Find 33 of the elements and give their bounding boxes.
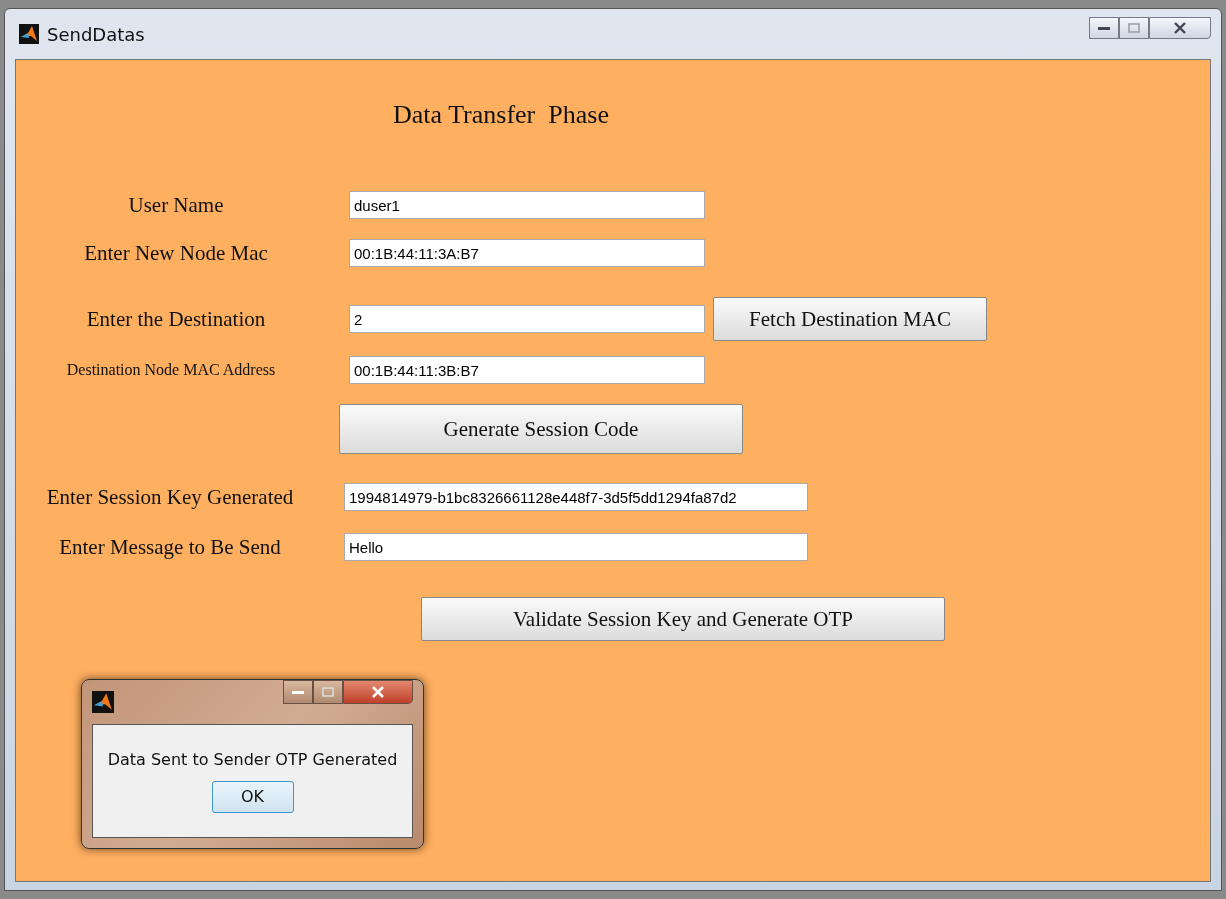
window-title: SendDatas — [47, 23, 145, 45]
input-field[interactable]: 00:1B:44:11:3A:B7 — [349, 239, 705, 267]
field-label: Enter Session Key Generated — [45, 484, 295, 510]
ok-button[interactable]: OK — [211, 780, 294, 813]
field-label: Enter the Destination — [85, 306, 267, 332]
minimize-button[interactable] — [1089, 17, 1119, 39]
minimize-button[interactable] — [283, 680, 313, 704]
minimize-icon — [1098, 25, 1110, 31]
maximize-button[interactable] — [1119, 17, 1149, 39]
peak-icon — [92, 691, 114, 713]
input-field[interactable]: duser1 — [349, 191, 705, 219]
close-icon — [371, 686, 385, 698]
maximize-icon — [322, 687, 334, 697]
close-button[interactable] — [1149, 17, 1211, 39]
minimize-icon — [292, 689, 304, 695]
action-button[interactable]: Validate Session Key and Generate OTP — [421, 597, 945, 641]
maximize-button[interactable] — [313, 680, 343, 704]
field-label: Destination Node MAC Address — [65, 361, 277, 379]
close-icon — [1173, 22, 1187, 34]
heading: Data Transfer Phase — [392, 99, 610, 131]
fetch-button[interactable]: Fetch Destination MAC — [713, 297, 987, 341]
action-button[interactable]: Generate Session Code — [339, 404, 743, 454]
input-field[interactable]: 1994814979-b1bc8326661128e448f7-3d5f5dd1294fa87d2 — [344, 483, 808, 511]
field-label: User Name — [127, 192, 225, 218]
input-field[interactable]: Hello — [344, 533, 808, 561]
field-label: Enter Message to Be Send — [58, 534, 282, 560]
dialog-message: Data Sent to Sender OTP Generated — [107, 749, 398, 769]
input-field[interactable]: 00:1B:44:11:3B:B7 — [349, 356, 705, 384]
close-button[interactable] — [343, 680, 413, 704]
peak-icon — [19, 24, 39, 44]
field-label: Enter New Node Mac — [83, 240, 269, 266]
maximize-icon — [1128, 23, 1140, 33]
input-field[interactable]: 2 — [349, 305, 705, 333]
